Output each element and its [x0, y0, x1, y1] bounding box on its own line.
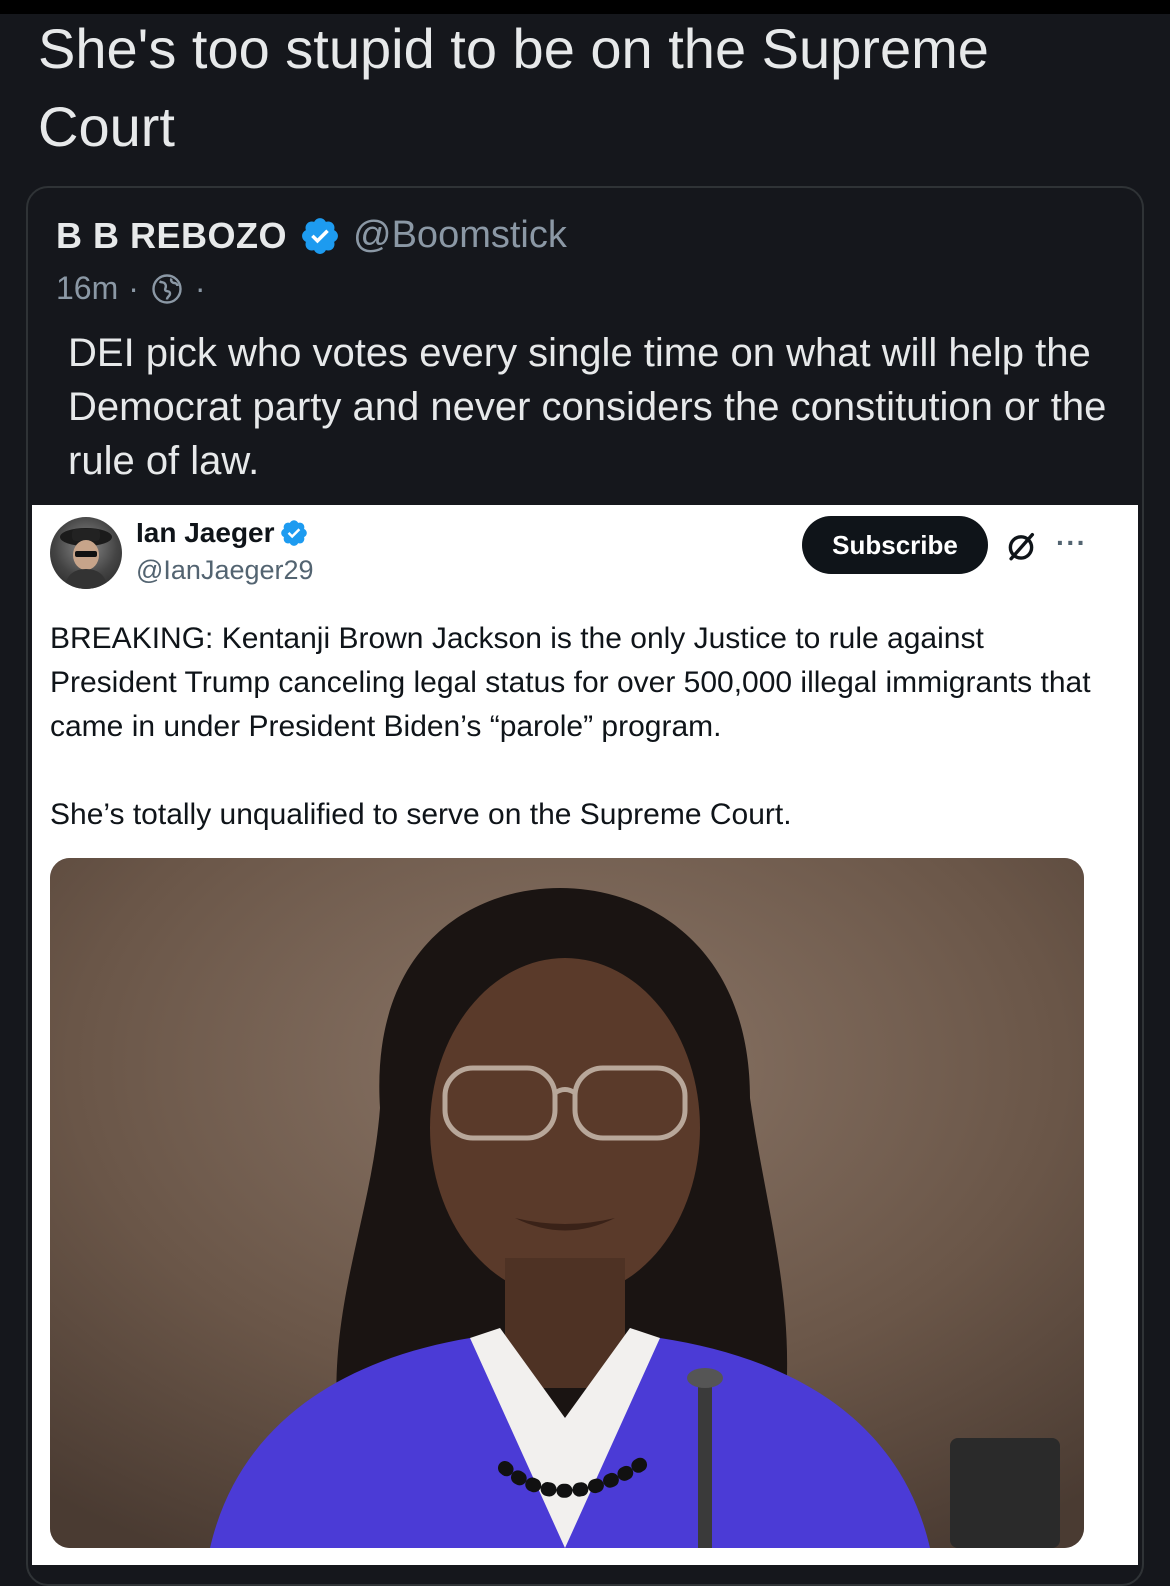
embedded-tweet-text: BREAKING: Kentanji Brown Jackson is the … [50, 622, 1091, 743]
embedded-author-name[interactable]: Ian Jaeger [136, 517, 275, 549]
embedded-author: Ian Jaeger [136, 517, 309, 549]
meta-separator-2: · [194, 270, 206, 306]
verified-badge-icon [302, 217, 338, 254]
quoted-author-handle[interactable]: @Boomstick [353, 214, 567, 257]
grok-icon[interactable] [1004, 529, 1038, 563]
globe-icon [152, 273, 182, 304]
quoted-post-text: DEI pick who votes every single time on … [68, 331, 1107, 483]
avatar[interactable] [50, 517, 122, 589]
meta-separator: · [128, 270, 139, 306]
quoted-author-name[interactable]: B B REBOZO [56, 215, 287, 257]
quoted-post-meta: 16m · · [56, 270, 206, 307]
quoted-post-header: B B REBOZO @Boomstick [56, 214, 567, 257]
portrait-image [50, 858, 1084, 1548]
embedded-tweet-text-2: She’s totally unqualified to serve on th… [50, 798, 792, 831]
post-time: 16m [56, 270, 119, 306]
tweet-photo[interactable] [50, 858, 1084, 1548]
embedded-tweet-screenshot[interactable]: Ian Jaeger @IanJaeger29 Subscribe ··· BR… [32, 505, 1138, 1565]
more-icon[interactable]: ··· [1056, 527, 1087, 559]
avatar-image [60, 528, 112, 589]
embedded-author-handle[interactable]: @IanJaeger29 [136, 555, 314, 586]
verified-badge-icon [280, 520, 307, 546]
post-text: She's too stupid to be on the Supreme Co… [38, 17, 989, 158]
subscribe-button[interactable]: Subscribe [802, 516, 988, 574]
